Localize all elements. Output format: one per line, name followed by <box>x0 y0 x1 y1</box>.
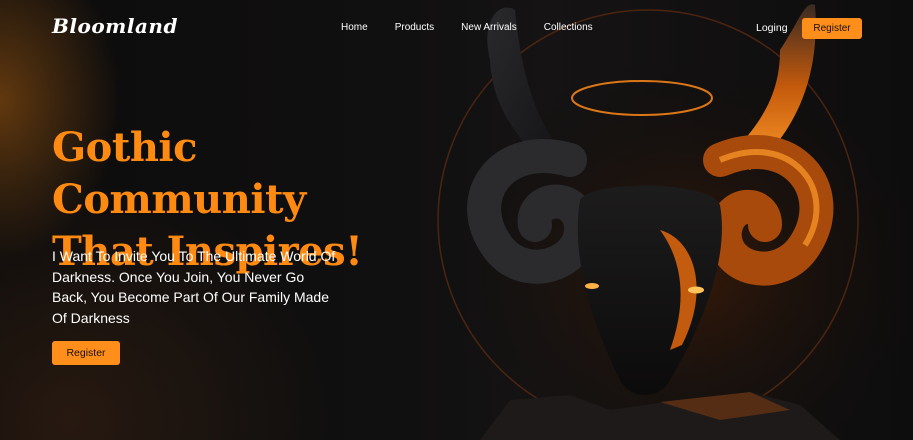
goat-artwork-image <box>420 0 913 440</box>
top-navbar: Bloomland Home Products New Arrivals Col… <box>0 0 913 58</box>
nav-item-products[interactable]: Products <box>395 22 434 33</box>
nav-item-home[interactable]: Home <box>341 22 368 33</box>
register-button-hero[interactable]: Register <box>52 341 120 365</box>
login-link[interactable]: Loging <box>756 22 788 34</box>
main-menu: Home Products New Arrivals Collections <box>341 22 620 33</box>
hero-title-line-1: Gothic Community <box>52 124 306 223</box>
brand-logo[interactable]: Bloomland <box>52 14 178 38</box>
nav-item-new-arrivals[interactable]: New Arrivals <box>461 22 517 33</box>
landing-page: Bloomland Home Products New Arrivals Col… <box>0 0 913 440</box>
nav-item-collections[interactable]: Collections <box>544 22 593 33</box>
register-button-nav[interactable]: Register <box>802 18 862 39</box>
hero-description: I Want To Invite You To The Ultimate Wor… <box>52 248 336 326</box>
